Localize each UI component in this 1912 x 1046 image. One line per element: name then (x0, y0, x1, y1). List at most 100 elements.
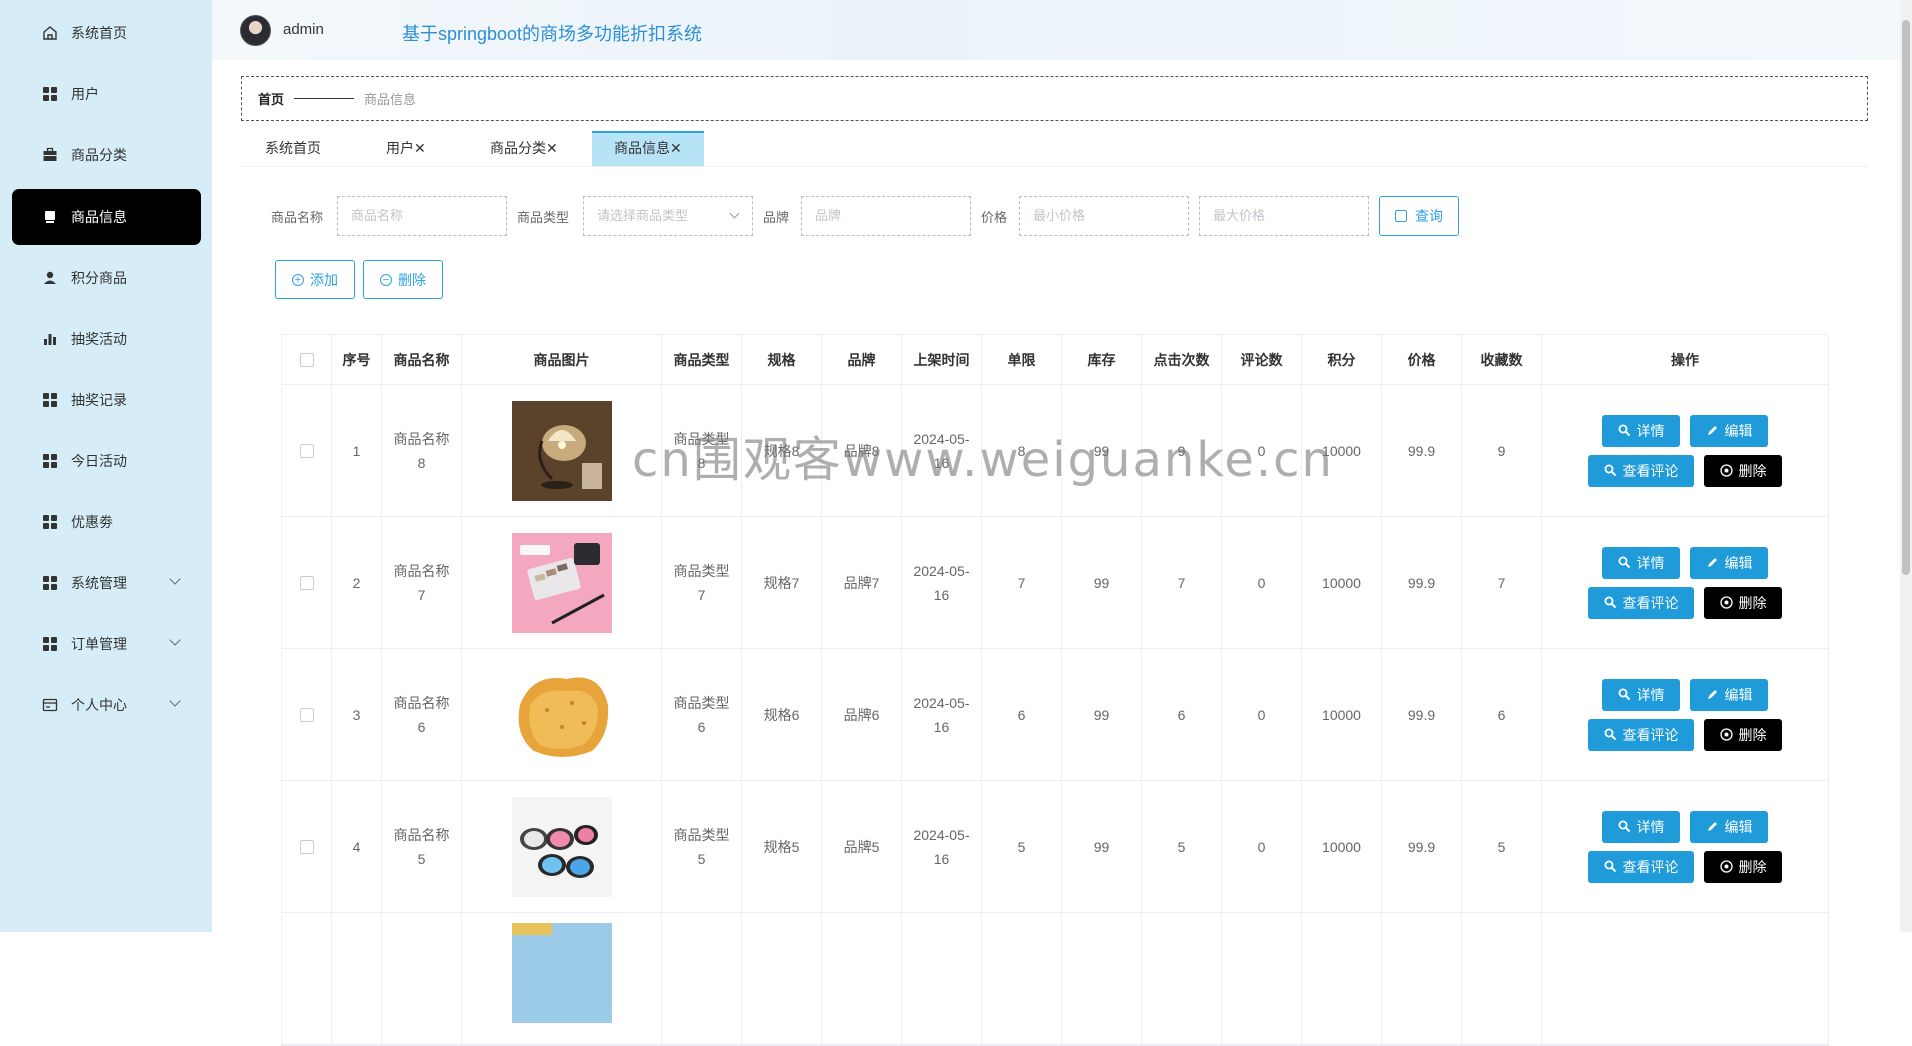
select-all-checkbox[interactable] (299, 352, 314, 367)
product-image-chips[interactable] (511, 664, 612, 765)
search-type-label: 商品类型 (517, 210, 570, 225)
add-button-label: 添加 (310, 271, 338, 288)
product-name-input[interactable]: 商品名称 (337, 196, 507, 236)
view-comments-button[interactable]: 查看评论 (1588, 718, 1694, 751)
detail-button[interactable]: 详情 (1602, 678, 1680, 711)
breadcrumb-separator (294, 98, 355, 99)
site-title: 基于springboot的商场多功能折扣系统 (402, 24, 703, 44)
sidebar-item-lottery-records[interactable]: 抽奖记录 (12, 372, 201, 428)
brand-input[interactable]: 品牌 (801, 196, 971, 236)
row-checkbox[interactable] (299, 707, 314, 722)
grid-icon (41, 635, 59, 653)
sidebar-item-profile[interactable]: 个人中心 (12, 677, 201, 733)
delete-row-button[interactable]: 删除 (1704, 850, 1782, 883)
pencil-icon (1707, 690, 1717, 699)
breadcrumb-home[interactable]: 首页 (258, 89, 284, 108)
favorites-cell: 5 (1462, 781, 1542, 912)
detail-button[interactable]: 详情 (1602, 546, 1680, 579)
view-comments-label: 查看评论 (1622, 726, 1679, 743)
column-header: 价格 (1382, 335, 1462, 384)
grid-icon (41, 452, 59, 470)
column-header: 单限 (982, 335, 1062, 384)
detail-button[interactable]: 详情 (1602, 414, 1680, 447)
max-price-input[interactable]: 最大价格 (1199, 196, 1369, 236)
view-comments-button[interactable]: 查看评论 (1588, 586, 1694, 619)
sidebar-item-system[interactable]: 系统管理 (12, 555, 201, 611)
row-checkbox[interactable] (299, 443, 314, 458)
tab-home[interactable]: 系统首页 (243, 131, 343, 166)
row-select-cell (282, 385, 332, 516)
edit-button[interactable]: 编辑 (1690, 678, 1768, 711)
page-scrollbar[interactable] (1900, 0, 1912, 932)
delete-row-label: 删除 (1738, 594, 1767, 611)
date-cell: 2024-05-16 (902, 649, 982, 780)
clicks-cell: 7 (1142, 517, 1222, 648)
row-checkbox[interactable] (299, 839, 314, 854)
detail-button[interactable]: 详情 (1602, 810, 1680, 843)
column-header: 商品名称 (382, 335, 462, 384)
sidebar-item-today-activity[interactable]: 今日活动 (12, 433, 201, 489)
search-name-label: 商品名称 (271, 210, 324, 225)
product-image[interactable] (511, 923, 612, 1023)
sidebar-item-label: 抽奖活动 (71, 331, 127, 347)
product-type-cell: 商品类型7 (662, 517, 742, 648)
sidebar-item-label: 优惠劵 (71, 514, 113, 530)
sidebar-item-label: 用户 (71, 86, 99, 102)
table-row: 1 商品名称8 商品类型8 规格8 品牌8 2024-05-16 8 99 9 … (282, 385, 1828, 517)
query-button[interactable]: 查询 (1379, 196, 1459, 236)
sidebar-item-points-products[interactable]: 积分商品 (12, 250, 201, 306)
search-icon (1604, 596, 1616, 609)
sidebar-item-product-info[interactable]: 商品信息 (12, 189, 201, 245)
min-price-input[interactable]: 最小价格 (1019, 196, 1189, 236)
avatar[interactable] (240, 15, 271, 46)
stock-cell: 99 (1062, 385, 1142, 516)
sidebar-item-label: 今日活动 (71, 453, 127, 469)
sidebar-item-users[interactable]: 用户 (12, 66, 201, 122)
sidebar-item-category[interactable]: 商品分类 (12, 127, 201, 183)
brand-cell: 品牌5 (822, 781, 902, 912)
sidebar-item-lottery[interactable]: 抽奖活动 (12, 311, 201, 367)
view-comments-button[interactable]: 查看评论 (1588, 850, 1694, 883)
listing-date: 2024-05-16 (913, 826, 970, 867)
sidebar-item-coupons[interactable]: 优惠劵 (12, 494, 201, 550)
product-image-sunglasses[interactable] (511, 796, 612, 897)
price-cell: 99.9 (1382, 385, 1462, 516)
product-name: 商品名称5 (393, 826, 450, 867)
edit-button[interactable]: 编辑 (1690, 810, 1768, 843)
add-button[interactable]: + 添加 (275, 260, 355, 299)
sidebar-item-orders[interactable]: 订单管理 (12, 616, 201, 672)
scrollbar-thumb[interactable] (1902, 20, 1910, 575)
delete-row-button[interactable]: 删除 (1704, 586, 1782, 619)
edit-button[interactable]: 编辑 (1690, 546, 1768, 579)
favorites-cell (1462, 913, 1542, 1044)
listing-date: 2024-05-16 (913, 694, 970, 735)
edit-button[interactable]: 编辑 (1690, 414, 1768, 447)
batch-delete-button[interactable]: − 删除 (363, 260, 443, 299)
row-checkbox[interactable] (299, 575, 314, 590)
product-image-cosmetics[interactable] (511, 532, 612, 633)
product-name-cell: 商品名称7 (382, 517, 462, 648)
delete-row-button[interactable]: 删除 (1704, 718, 1782, 751)
limit-cell: 7 (982, 517, 1062, 648)
grid-icon (41, 513, 59, 531)
date-cell: 2024-05-16 (902, 781, 982, 912)
view-comments-button[interactable]: 查看评论 (1588, 454, 1694, 487)
product-image-lamp[interactable] (511, 400, 612, 501)
tab-users[interactable]: 用户✕ (364, 131, 448, 166)
brand-cell: 品牌6 (822, 649, 902, 780)
tab-category[interactable]: 商品分类✕ (468, 131, 580, 166)
chevron-down-icon (169, 695, 181, 707)
tab-product-info[interactable]: 商品信息✕ (592, 131, 704, 166)
column-header: 操作 (1671, 351, 1699, 368)
sidebar-item-home[interactable]: 系统首页 (12, 5, 201, 61)
table-row (282, 913, 1828, 1045)
sidebar-item-label: 抽奖记录 (71, 392, 127, 408)
row-index (332, 913, 382, 1044)
search-icon (1618, 820, 1630, 833)
favorites-cell: 9 (1462, 385, 1542, 516)
product-type-placeholder: 请选择商品类型 (597, 208, 689, 223)
product-type-select[interactable]: 请选择商品类型 (583, 196, 753, 236)
grid-icon (41, 574, 59, 592)
close-circle-icon (1719, 464, 1733, 477)
delete-row-button[interactable]: 删除 (1704, 454, 1782, 487)
